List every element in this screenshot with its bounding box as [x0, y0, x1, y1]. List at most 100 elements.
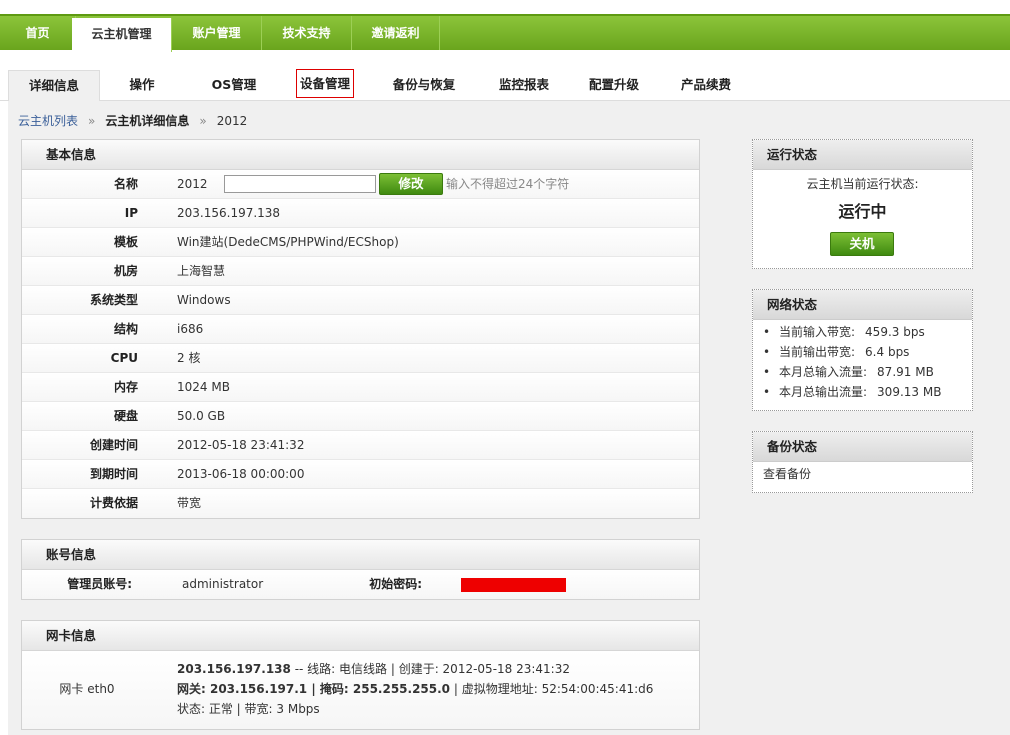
breadcrumb-host-list[interactable]: 云主机列表 [18, 114, 78, 128]
row-label: 名称 [113, 177, 138, 191]
tab-details[interactable]: 详细信息 [8, 70, 100, 102]
row-label: 内存 [113, 380, 138, 394]
info-row: 到期时间 2013-06-18 00:00:00 [22, 460, 699, 489]
initial-password-label: 初始密码: [369, 577, 422, 591]
box-title: 运行状态 [753, 140, 972, 170]
breadcrumb-host-detail: 云主机详细信息 [105, 114, 190, 128]
tab-backup-restore[interactable]: 备份与恢复 [380, 70, 468, 100]
info-row: 系统类型 Windows [22, 286, 699, 315]
row-label: 系统类型 [89, 293, 138, 307]
nav-item-home[interactable]: 首页 [0, 16, 76, 50]
nic-details: 203.156.197.138 -- 线路: 电信线路 | 创建于: 2012-… [177, 659, 653, 719]
breadcrumb-separator: » [199, 114, 207, 128]
list-item: • 本月总输出流量: 309.13 MB [763, 385, 942, 399]
row-value: 2012 [177, 177, 208, 191]
nic-ip: 203.156.197.138 [177, 662, 291, 676]
row-value: 2 核 [177, 351, 201, 365]
network-stats-list: • 当前输入带宽: 459.3 bps • 当前输出带宽: 6.4 bps • 本月总输入… [753, 320, 972, 402]
row-label: 计费依据 [89, 496, 138, 510]
info-row: 硬盘 50.0 GB [22, 402, 699, 431]
info-row: CPU 2 核 [22, 344, 699, 373]
box-title: 网络状态 [753, 290, 972, 320]
network-status-box: 网络状态 • 当前输入带宽: 459.3 bps • 当前输出带宽: 6.4 bps •… [752, 289, 973, 411]
tab-monitor-report[interactable]: 监控报表 [484, 70, 564, 100]
row-value: 上海智慧 [177, 264, 226, 278]
row-value: 50.0 GB [177, 409, 226, 423]
row-label: 机房 [113, 264, 138, 278]
row-value: Windows [177, 293, 231, 307]
stat-value: 87.91 MB [877, 365, 934, 379]
panel-title: 基本信息 [22, 140, 699, 170]
nav-item-account[interactable]: 账户管理 [172, 16, 262, 50]
info-row: 机房 上海智慧 [22, 257, 699, 286]
breadcrumb-separator: » [88, 114, 96, 128]
nic-status: 状态: 正常 | 带宽: 3 Mbps [177, 702, 320, 716]
nic-gateway-mask: 网关: 203.156.197.1 | 掩码: 255.255.255.0 [177, 682, 451, 696]
info-row: 创建时间 2012-05-18 23:41:32 [22, 431, 699, 460]
tab-os-management[interactable]: OS管理 [194, 70, 274, 100]
account-row: 管理员账号: administrator 初始密码: [22, 570, 699, 599]
row-label: IP [124, 206, 138, 220]
row-label: 到期时间 [89, 467, 138, 481]
backup-status-box: 备份状态 查看备份 [752, 431, 973, 493]
info-row: 结构 i686 [22, 315, 699, 344]
run-status-caption: 云主机当前运行状态: [806, 177, 919, 191]
stat-label: 本月总输入流量: [779, 365, 868, 379]
info-row: 模板 Win建站(DedeCMS/PHPWind/ECShop) [22, 228, 699, 257]
admin-account-label: 管理员账号: [67, 577, 132, 591]
info-row: 计费依据 带宽 [22, 489, 699, 518]
stat-value: 459.3 bps [865, 325, 925, 339]
stat-label: 当前输出带宽: [779, 345, 856, 359]
nic-label: 网卡 eth0 [59, 682, 115, 696]
tab-operations[interactable]: 操作 [100, 70, 184, 100]
info-row: 内存 1024 MB [22, 373, 699, 402]
tab-device-management[interactable]: 设备管理 [296, 69, 354, 98]
info-row-name: 名称 2012 修改 输入不得超过24个字符 [22, 170, 699, 199]
row-value: 2013-06-18 00:00:00 [177, 467, 305, 481]
stat-value: 309.13 MB [877, 385, 942, 399]
breadcrumb: 云主机列表 » 云主机详细信息 » 2012 [18, 113, 247, 129]
run-status-state: 运行中 [838, 202, 887, 221]
stat-value: 6.4 bps [865, 345, 910, 359]
row-value: 带宽 [177, 496, 202, 510]
run-status-box: 运行状态 云主机当前运行状态: 运行中 关机 [752, 139, 973, 269]
name-hint: 输入不得超过24个字符 [446, 177, 570, 191]
row-value: i686 [177, 322, 204, 336]
row-label: CPU [110, 351, 138, 365]
breadcrumb-current: 2012 [216, 114, 248, 128]
stat-label: 当前输入带宽: [779, 325, 856, 339]
row-label: 模板 [113, 235, 138, 249]
row-label: 结构 [113, 322, 138, 336]
password-redaction [461, 578, 566, 592]
nic-row: 网卡 eth0 203.156.197.138 -- 线路: 电信线路 | 创建… [22, 651, 699, 729]
row-label: 创建时间 [89, 438, 138, 452]
admin-account-value: administrator [182, 577, 264, 591]
row-value: Win建站(DedeCMS/PHPWind/ECShop) [177, 235, 399, 249]
tab-renewal[interactable]: 产品续费 [668, 70, 744, 100]
list-item: • 当前输出带宽: 6.4 bps [763, 345, 910, 359]
info-row: IP 203.156.197.138 [22, 199, 699, 228]
nav-item-support[interactable]: 技术支持 [262, 16, 352, 50]
row-label: 硬盘 [113, 409, 138, 423]
nic-line-info: -- 线路: 电信线路 | 创建于: 2012-05-18 23:41:32 [290, 662, 570, 676]
panel-title: 网卡信息 [22, 621, 699, 651]
box-title: 备份状态 [753, 432, 972, 462]
name-input[interactable] [224, 175, 376, 193]
panel-title: 账号信息 [22, 540, 699, 570]
nic-info-panel: 网卡信息 网卡 eth0 203.156.197.138 -- 线路: 电信线路… [21, 620, 700, 730]
shutdown-button[interactable]: 关机 [830, 232, 894, 256]
list-item: • 本月总输入流量: 87.91 MB [763, 365, 934, 379]
nav-item-cloud-host[interactable]: 云主机管理 [72, 18, 172, 52]
list-item: • 当前输入带宽: 459.3 bps [763, 325, 925, 339]
tab-config-upgrade[interactable]: 配置升级 [576, 70, 652, 100]
top-nav: 首页 云主机管理 账户管理 技术支持 邀请返利 [0, 14, 1010, 52]
view-backup-link[interactable]: 查看备份 [753, 462, 972, 484]
modify-button[interactable]: 修改 [379, 173, 443, 195]
row-value: 2012-05-18 23:41:32 [177, 438, 305, 452]
nav-item-invite[interactable]: 邀请返利 [352, 16, 440, 50]
account-info-panel: 账号信息 管理员账号: administrator 初始密码: [21, 539, 700, 600]
detail-tabs: 详细信息 操作 OS管理 设备管理 备份与恢复 监控报表 配置升级 产品续费 [0, 66, 1010, 102]
stat-label: 本月总输出流量: [779, 385, 868, 399]
basic-info-panel: 基本信息 名称 2012 修改 输入不得超过24个字符 IP 203.156.19… [21, 139, 700, 519]
row-value: 203.156.197.138 [177, 206, 281, 220]
